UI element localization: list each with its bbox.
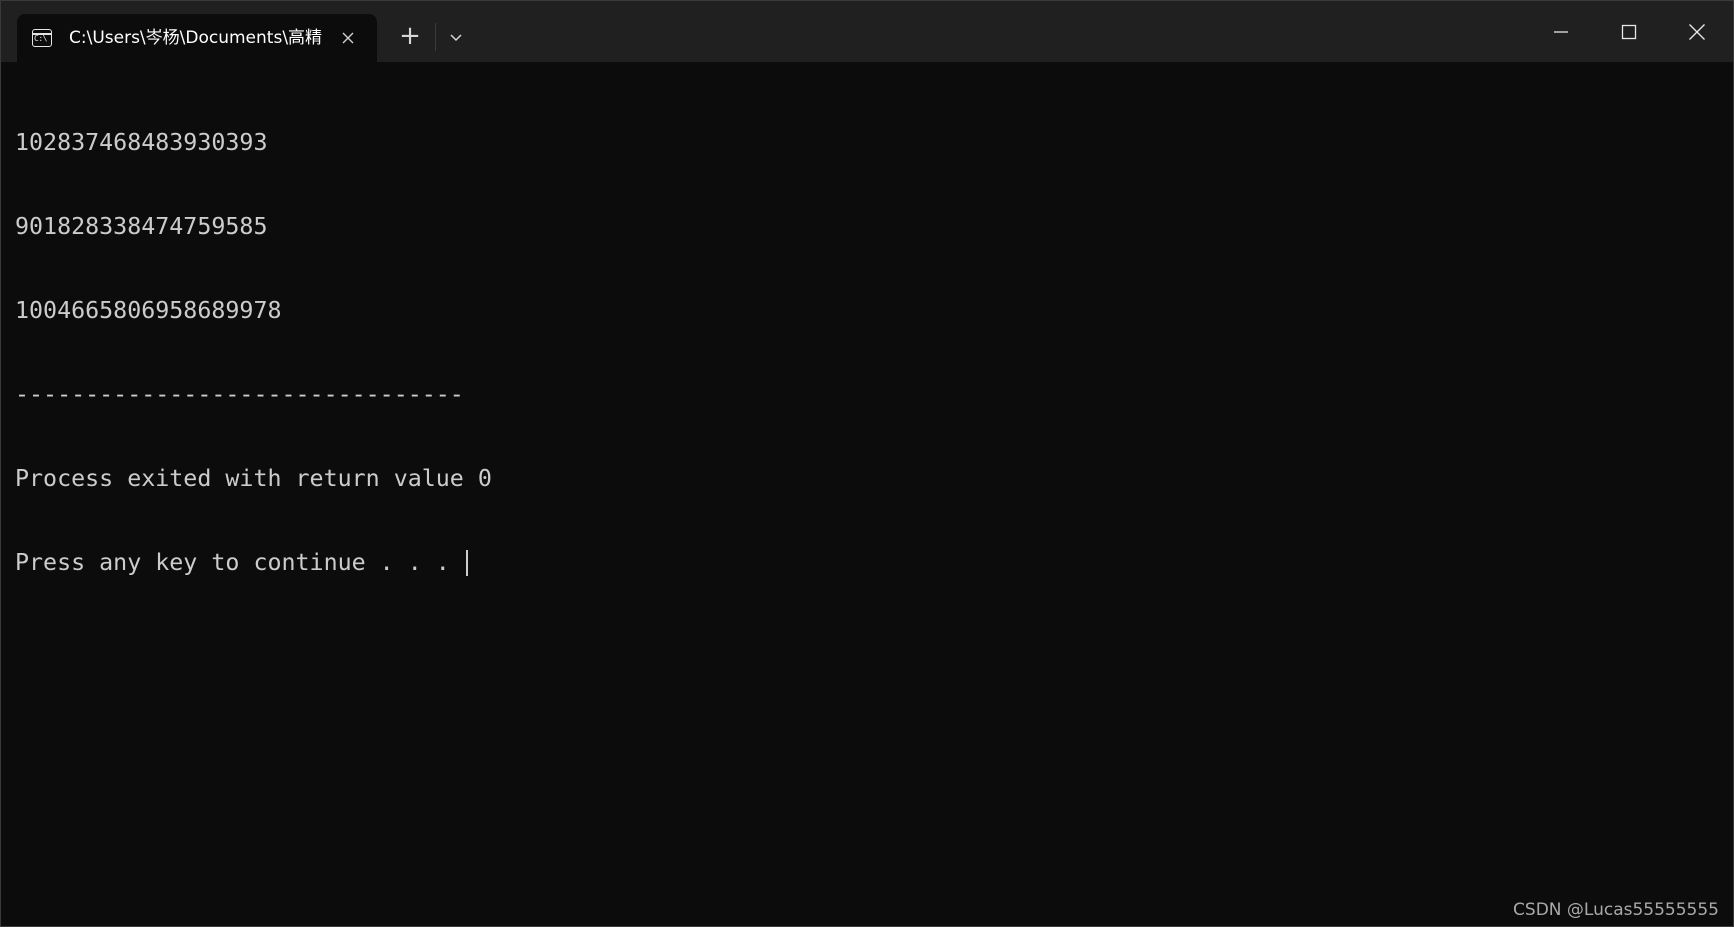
tab-title: C:\Users\岑杨\Documents\高精 [69, 28, 323, 48]
output-line: 102837468483930393 [15, 129, 268, 156]
minimize-icon [1554, 30, 1568, 33]
maximize-icon [1621, 24, 1637, 39]
watermark: CSDN @Lucas55555555 [1513, 900, 1719, 920]
close-icon [1689, 23, 1705, 40]
terminal-tab[interactable]: C:\ C:\Users\岑杨\Documents\高精 [17, 14, 377, 62]
separator-line: -------------------------------- [15, 381, 464, 408]
chevron-down-icon [450, 34, 462, 42]
prompt-line: Press any key to continue . . . [15, 549, 1715, 577]
terminal-window: C:\ C:\Users\岑杨\Documents\高精 + 102837468… [0, 0, 1734, 927]
maximize-button[interactable] [1595, 1, 1663, 62]
exit-status-line: Process exited with return value 0 [15, 465, 492, 492]
tab-dropdown-button[interactable] [441, 21, 471, 53]
cmd-icon: C:\ [32, 29, 52, 47]
text-cursor [465, 550, 468, 576]
output-line: 1004665806958689978 [15, 297, 282, 324]
close-icon [342, 32, 354, 44]
tab-close-button[interactable] [335, 25, 361, 51]
new-tab-button[interactable]: + [394, 21, 426, 53]
terminal-output[interactable]: 102837468483930393 901828338474759585 10… [15, 73, 1715, 893]
output-line: 901828338474759585 [15, 213, 268, 240]
minimize-button[interactable] [1527, 1, 1595, 62]
plus-icon: + [399, 21, 421, 51]
close-window-button[interactable] [1663, 1, 1731, 62]
prompt-text: Press any key to continue . . . [15, 549, 464, 576]
title-bar[interactable]: C:\ C:\Users\岑杨\Documents\高精 + [1, 1, 1733, 62]
tab-separator [435, 23, 436, 51]
cmd-icon-text: C:\ [34, 34, 47, 43]
